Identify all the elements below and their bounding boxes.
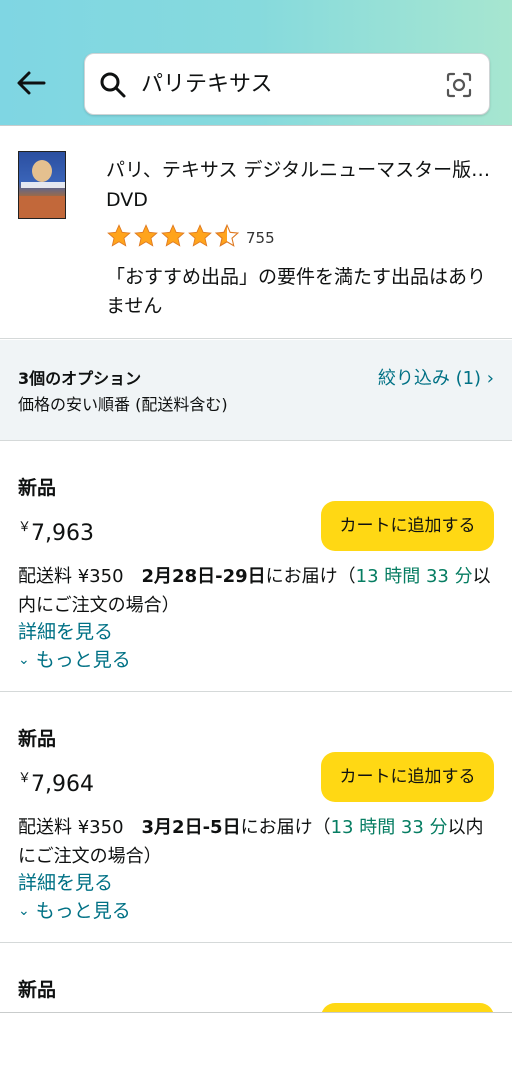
delivery-date: 3月2日-5日	[141, 817, 241, 838]
offer-card: 新品	[0, 943, 512, 1012]
show-more-label[interactable]: もっと見る	[36, 900, 131, 922]
star-icon	[188, 224, 212, 247]
offer-condition: 新品	[18, 477, 57, 499]
star-rating[interactable]	[106, 223, 240, 249]
arrow-left-icon	[17, 71, 46, 95]
delivery-info: 配送料 ¥350 3月2日-5日にお届け（13 時間 33 分以内にご注文の場合…	[18, 813, 496, 871]
thumbnail-portrait	[32, 160, 52, 182]
order-countdown: 13 時間 33 分	[355, 566, 473, 587]
star-icon	[134, 224, 158, 247]
options-bar: 3個のオプション 価格の安い順番 (配送料含む) 絞り込み (1) ›	[0, 340, 512, 441]
product-format: DVD	[106, 189, 148, 211]
offer-condition: 新品	[18, 728, 57, 750]
star-icon	[161, 224, 185, 247]
filter-label[interactable]: 絞り込み (1)	[378, 368, 481, 389]
rating-count[interactable]: 755	[246, 228, 275, 248]
order-countdown: 13 時間 33 分	[330, 817, 448, 838]
product-thumbnail[interactable]	[18, 151, 66, 219]
add-to-cart-button[interactable]: カートに追加する	[321, 501, 494, 551]
thumbnail-title-strip	[21, 182, 65, 188]
options-count: 3個のオプション	[18, 369, 142, 388]
currency-symbol: ￥	[18, 771, 32, 786]
delivery-suffix: にお届け（	[240, 817, 331, 838]
search-query-text[interactable]: パリテキサス	[141, 70, 273, 100]
show-more-label[interactable]: もっと見る	[36, 649, 131, 671]
search-icon[interactable]	[99, 71, 127, 99]
star-half-icon	[214, 223, 240, 247]
featured-offer-note: 「おすすめ出品」の要件を満たす出品はありません	[106, 266, 487, 317]
back-button[interactable]	[14, 68, 48, 98]
chevron-right-icon: ›	[486, 368, 494, 389]
add-to-cart-button[interactable]: カートに追加する	[321, 752, 494, 802]
delivery-date: 2月28日-29日	[141, 566, 266, 587]
delivery-suffix: にお届け（	[265, 566, 356, 587]
add-to-cart-button[interactable]	[321, 1003, 494, 1012]
details-link[interactable]: 詳細を見る	[18, 619, 113, 645]
details-link[interactable]: 詳細を見る	[18, 870, 113, 896]
shipping-fee: 配送料 ¥350	[18, 566, 124, 587]
thumbnail-landscape	[19, 196, 65, 218]
show-more-toggle[interactable]: ⌄ もっと見る	[18, 898, 131, 924]
offer-card: 新品 ￥7,963 カートに追加する 配送料 ¥350 2月28日-29日にお届…	[0, 441, 512, 692]
bottom-blank-area	[0, 1012, 512, 1080]
chevron-down-icon: ⌄	[18, 903, 30, 919]
product-title[interactable]: パリ、テキサス デジタルニューマスター版 DVD	[106, 157, 496, 183]
filter-link[interactable]: 絞り込み (1) ›	[378, 366, 494, 392]
offer-condition: 新品	[18, 979, 57, 1001]
sort-order-label: 価格の安い順番 (配送料含む)	[18, 395, 228, 414]
offer-price: ￥7,963	[18, 513, 94, 549]
offer-card: 新品 ￥7,964 カートに追加する 配送料 ¥350 3月2日-5日にお届け（…	[0, 692, 512, 943]
show-more-toggle[interactable]: ⌄ もっと見る	[18, 647, 131, 673]
app-header: パリテキサス	[0, 0, 512, 126]
product-summary[interactable]: パリ、テキサス デジタルニューマスター版 DVD DVD 755 「おすすめ出品…	[0, 127, 512, 339]
currency-symbol: ￥	[18, 520, 32, 535]
star-icon	[107, 224, 131, 247]
chevron-down-icon: ⌄	[18, 652, 30, 668]
search-bar[interactable]: パリテキサス	[84, 53, 490, 115]
delivery-info: 配送料 ¥350 2月28日-29日にお届け（13 時間 33 分以内にご注文の…	[18, 562, 496, 620]
camera-scan-icon[interactable]	[445, 71, 473, 99]
shipping-fee: 配送料 ¥350	[18, 817, 124, 838]
price-value: 7,964	[31, 772, 94, 797]
offer-price: ￥7,964	[18, 764, 94, 800]
price-value: 7,963	[31, 521, 94, 546]
